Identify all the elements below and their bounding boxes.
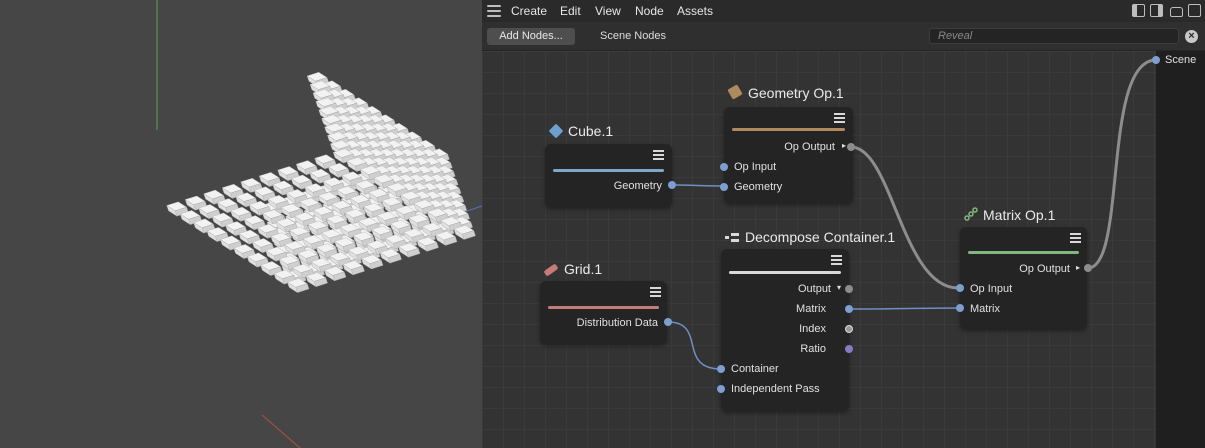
layout-left-icon[interactable] <box>1132 4 1145 17</box>
decompose-matrix-port[interactable] <box>845 305 853 313</box>
node-menu-icon[interactable] <box>831 255 842 265</box>
decompose-title: Decompose Container.1 <box>745 229 896 245</box>
wire-matrixop-to-scene <box>1087 58 1156 270</box>
node-menu-icon[interactable] <box>834 113 845 123</box>
matrix-op-matrix-label: Matrix <box>970 303 1000 315</box>
node-menu-icon[interactable] <box>650 287 661 297</box>
decompose-icon <box>725 231 739 245</box>
node-menu-icon[interactable] <box>653 150 664 160</box>
dropdown-arrow-icon[interactable]: ▾ <box>837 283 841 292</box>
viewport-3d[interactable] <box>0 0 482 448</box>
expand-arrow-icon[interactable]: ▸ <box>1076 263 1080 272</box>
wire-decompose-to-matrixop <box>848 307 963 310</box>
matrix-op-node[interactable]: Op Output ▸ Op Input Matrix <box>960 227 1087 329</box>
layout-right-icon[interactable] <box>1150 4 1163 17</box>
geometry-op-accent-bar <box>732 128 845 131</box>
matrix-op-input-port[interactable] <box>956 284 964 292</box>
grid-distribution-data-port[interactable] <box>664 318 672 326</box>
editor-toolbar: Add Nodes... Scene Nodes × <box>482 22 1205 51</box>
matrix-op-accent-bar <box>968 251 1079 254</box>
decompose-ratio-port[interactable] <box>845 345 853 353</box>
decompose-matrix-label: Matrix <box>796 303 826 315</box>
menu-node[interactable]: Node <box>635 4 664 18</box>
wire-geomop-to-matrixop <box>850 145 959 290</box>
x-axis-line <box>261 414 301 448</box>
matrix-op-title: Matrix Op.1 <box>983 207 1056 223</box>
cube-geometry-output-label: Geometry <box>613 180 662 192</box>
matrix-op-output-label: Op Output <box>1019 263 1070 275</box>
clear-search-icon[interactable]: × <box>1185 30 1198 43</box>
decompose-container-node[interactable]: Output ▾ Matrix Index Ratio Container In… <box>721 249 849 411</box>
scene-input-port[interactable] <box>1152 56 1160 64</box>
grid-node-title: Grid.1 <box>564 261 603 277</box>
decompose-ratio-label: Ratio <box>800 343 826 355</box>
geometry-op-input-label: Op Input <box>734 161 777 173</box>
menu-view[interactable]: View <box>595 4 621 18</box>
expand-arrow-icon[interactable]: ▸ <box>842 141 846 150</box>
matrix-op-output-port[interactable] <box>1084 264 1092 272</box>
geometry-op-title: Geometry Op.1 <box>748 85 844 101</box>
decompose-index-port[interactable] <box>845 325 853 333</box>
matrix-op-input-label: Op Input <box>970 283 1013 295</box>
matrix-op-matrix-port[interactable] <box>956 304 964 312</box>
decompose-independent-pass-label: Independent Pass <box>731 383 820 395</box>
cube-array-render <box>156 0 482 448</box>
geometry-op-output-port[interactable] <box>847 143 855 151</box>
menu-edit[interactable]: Edit <box>560 4 581 18</box>
node-editor: Create Edit View Node Assets Add Nodes..… <box>482 0 1205 448</box>
decompose-container-label: Container <box>731 363 779 375</box>
wire-grid-to-decompose <box>667 321 722 370</box>
node-menu-icon[interactable] <box>1070 233 1081 243</box>
scene-nodes-label: Scene Nodes <box>600 30 667 42</box>
maximize-icon[interactable] <box>1188 4 1201 17</box>
decompose-container-port[interactable] <box>717 365 725 373</box>
decompose-accent-bar <box>729 271 841 274</box>
scene-output-panel: Scene <box>1152 51 1205 448</box>
grid-node-accent-bar <box>548 306 659 309</box>
decompose-output-label: Output <box>797 283 831 295</box>
geometry-op-output-label: Op Output <box>784 141 835 153</box>
cube-node-accent-bar <box>553 169 664 172</box>
wire-cube-to-geomop <box>673 184 726 187</box>
node-graph-canvas[interactable]: Cube.1 Geometry Geometry Op.1 Op Output … <box>482 51 1156 448</box>
menu-assets[interactable]: Assets <box>677 4 713 18</box>
add-nodes-button[interactable]: Add Nodes... <box>487 28 575 45</box>
scene-port-label: Scene <box>1165 54 1197 66</box>
menu-bar: Create Edit View Node Assets <box>482 0 1205 22</box>
geometry-op-node[interactable]: Op Output ▸ Op Input Geometry <box>724 107 853 203</box>
cube-node-title: Cube.1 <box>568 123 614 139</box>
lock-icon[interactable] <box>1170 7 1183 17</box>
geometry-op-geometry-port[interactable] <box>720 183 728 191</box>
reveal-search-input[interactable] <box>929 28 1179 44</box>
matrix-op-icon <box>964 207 978 221</box>
grid-distribution-data-label: Distribution Data <box>576 317 658 329</box>
cube-geometry-output-port[interactable] <box>668 181 676 189</box>
menu-create[interactable]: Create <box>511 4 547 18</box>
decompose-index-label: Index <box>799 323 826 335</box>
cube-node[interactable]: Geometry <box>545 144 672 207</box>
grid-node[interactable]: Distribution Data <box>540 281 667 344</box>
decompose-output-port[interactable] <box>845 285 853 293</box>
decompose-independent-pass-port[interactable] <box>717 385 725 393</box>
hamburger-menu-icon[interactable] <box>487 5 501 17</box>
geometry-op-input-port[interactable] <box>720 163 728 171</box>
geometry-op-geometry-label: Geometry <box>734 181 783 193</box>
